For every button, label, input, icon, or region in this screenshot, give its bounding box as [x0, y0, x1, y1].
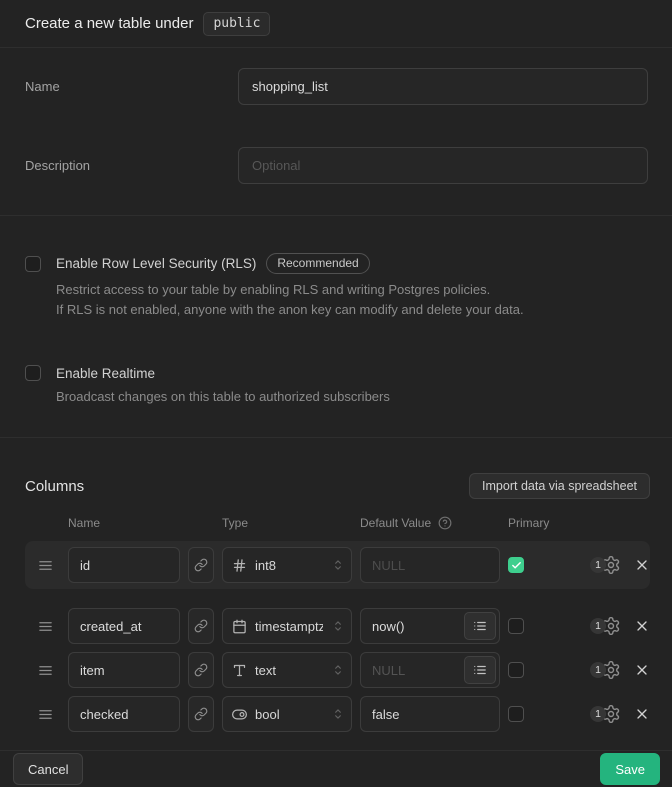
- check-icon: [511, 560, 522, 571]
- realtime-checkbox[interactable]: [25, 365, 41, 381]
- table-name-input[interactable]: [238, 68, 648, 105]
- column-default-cell: [360, 652, 500, 688]
- hash-icon: [232, 558, 247, 573]
- column-default-cell: [360, 608, 500, 644]
- remove-column-icon[interactable]: [634, 662, 650, 678]
- name-field-row: Name: [25, 68, 648, 105]
- settings-count-badge: 1: [590, 618, 606, 634]
- realtime-option: Enable Realtime Broadcast changes on thi…: [25, 365, 647, 407]
- description-field-row: Description: [25, 147, 648, 184]
- drag-handle-icon[interactable]: [38, 558, 53, 573]
- recommended-badge: Recommended: [266, 253, 369, 274]
- toggle-icon: [232, 707, 247, 722]
- settings-count-badge: 1: [590, 557, 606, 573]
- drag-handle-icon[interactable]: [38, 707, 53, 722]
- rls-option: Enable Row Level Security (RLS) Recommen…: [25, 253, 647, 320]
- column-default-input[interactable]: [360, 547, 500, 583]
- column-type-value: timestamptz: [255, 619, 323, 634]
- column-name-input[interactable]: [68, 652, 180, 688]
- column-settings-button[interactable]: 1: [590, 616, 621, 636]
- column-type-select[interactable]: bool: [222, 696, 352, 732]
- column-type-select[interactable]: timestamptz: [222, 608, 352, 644]
- primary-key-checkbox[interactable]: [508, 618, 524, 634]
- remove-column-icon[interactable]: [634, 618, 650, 634]
- default-value-menu-icon[interactable]: [464, 656, 496, 684]
- save-button[interactable]: Save: [600, 753, 660, 785]
- default-value-menu-icon[interactable]: [464, 612, 496, 640]
- column-row: text 1: [0, 648, 672, 692]
- foreign-key-link-icon[interactable]: [188, 652, 214, 688]
- primary-key-checkbox[interactable]: [508, 557, 524, 573]
- chevron-updown-icon: [331, 557, 345, 573]
- import-data-button[interactable]: Import data via spreadsheet: [469, 473, 650, 499]
- column-settings-button[interactable]: 1: [590, 704, 621, 724]
- table-info-section: Name Description: [0, 48, 672, 216]
- remove-column-icon[interactable]: [634, 706, 650, 722]
- column-header-default: Default Value: [360, 516, 431, 530]
- settings-count-badge: 1: [590, 706, 606, 722]
- text-type-icon: [232, 663, 247, 678]
- column-name-input[interactable]: [68, 696, 180, 732]
- chevron-updown-icon: [331, 618, 345, 634]
- primary-key-checkbox[interactable]: [508, 706, 524, 722]
- dialog-footer: Cancel Save: [0, 751, 672, 787]
- foreign-key-link-icon[interactable]: [188, 696, 214, 732]
- column-name-input[interactable]: [68, 547, 180, 583]
- column-type-select[interactable]: text: [222, 652, 352, 688]
- calendar-icon: [232, 619, 247, 634]
- column-settings-button[interactable]: 1: [590, 660, 621, 680]
- description-label: Description: [25, 147, 238, 173]
- columns-list: int8 1: [0, 541, 672, 736]
- realtime-label: Enable Realtime: [56, 366, 155, 381]
- columns-title: Columns: [25, 478, 84, 495]
- column-name-input[interactable]: [68, 608, 180, 644]
- columns-section: Columns Import data via spreadsheet Name…: [0, 438, 672, 751]
- name-label: Name: [25, 68, 238, 94]
- table-description-input[interactable]: [238, 147, 648, 184]
- column-type-value: bool: [255, 707, 280, 722]
- column-type-select[interactable]: int8: [222, 547, 352, 583]
- column-header-type: Type: [222, 516, 352, 530]
- drag-handle-icon[interactable]: [38, 663, 53, 678]
- foreign-key-link-icon[interactable]: [188, 608, 214, 644]
- dialog-title: Create a new table under: [25, 15, 193, 32]
- column-row: timestamptz 1: [0, 604, 672, 648]
- rls-description: Restrict access to your table by enablin…: [56, 280, 647, 320]
- realtime-description: Broadcast changes on this table to autho…: [56, 387, 647, 407]
- settings-count-badge: 1: [590, 662, 606, 678]
- schema-badge: public: [203, 12, 270, 36]
- column-default-cell: [360, 696, 500, 732]
- dialog-header: Create a new table under public: [0, 0, 672, 48]
- column-header-name: Name: [68, 516, 180, 530]
- column-type-value: int8: [255, 558, 276, 573]
- rls-label: Enable Row Level Security (RLS): [56, 256, 256, 271]
- columns-header-row: Name Type Default Value Primary: [0, 516, 672, 530]
- cancel-button[interactable]: Cancel: [13, 753, 83, 785]
- column-header-primary: Primary: [508, 516, 524, 530]
- remove-column-icon[interactable]: [634, 557, 650, 573]
- create-table-panel: Create a new table under public Name Des…: [0, 0, 672, 787]
- drag-handle-icon[interactable]: [38, 619, 53, 634]
- column-type-value: text: [255, 663, 276, 678]
- column-settings-button[interactable]: 1: [590, 555, 621, 575]
- foreign-key-link-icon[interactable]: [188, 547, 214, 583]
- column-default-cell: [360, 547, 500, 583]
- chevron-updown-icon: [331, 706, 345, 722]
- help-circle-icon[interactable]: [438, 516, 452, 530]
- column-default-input[interactable]: [360, 696, 500, 732]
- column-row: bool 1: [0, 692, 672, 736]
- chevron-updown-icon: [331, 662, 345, 678]
- rls-checkbox[interactable]: [25, 256, 41, 272]
- table-options-section: Enable Row Level Security (RLS) Recommen…: [0, 216, 672, 438]
- primary-key-checkbox[interactable]: [508, 662, 524, 678]
- column-row: int8 1: [0, 541, 672, 589]
